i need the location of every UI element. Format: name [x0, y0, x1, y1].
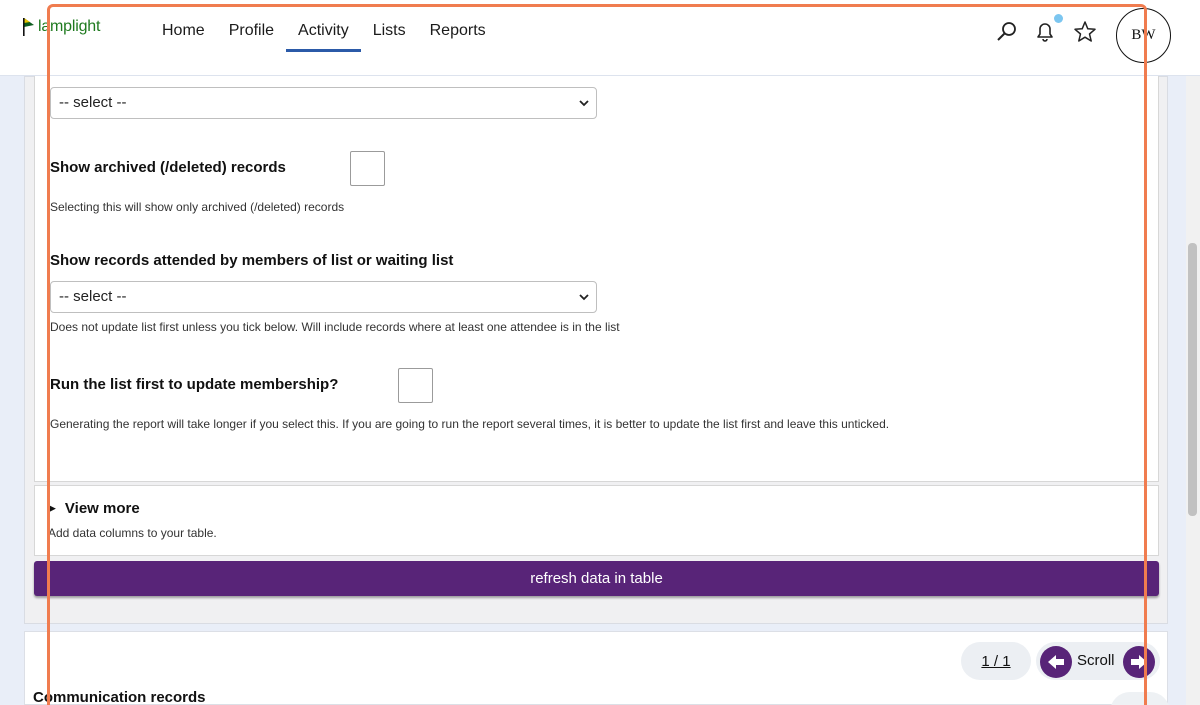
archived-hint: Selecting this will show only archived (… — [50, 200, 345, 214]
archived-label: Show archived (/deleted) records — [50, 159, 286, 176]
scroll-left-button[interactable] — [1040, 646, 1072, 678]
chevron-down-icon — [578, 96, 590, 113]
archived-checkbox[interactable] — [350, 151, 385, 186]
scroll-label: Scroll — [1077, 652, 1115, 669]
nav-profile[interactable]: Profile — [217, 16, 286, 52]
view-more-title: View more — [64, 500, 140, 517]
triangle-right-icon: ▶ — [49, 503, 56, 513]
lamp-icon — [23, 18, 34, 36]
attended-select[interactable]: -- select -- — [50, 281, 597, 313]
attended-select-value: -- select -- — [59, 288, 127, 305]
refresh-data-button[interactable]: refresh data in table — [34, 561, 1159, 596]
nav-activity[interactable]: Activity — [286, 16, 361, 52]
scroll-right-button[interactable] — [1123, 646, 1155, 678]
logo-text: lamplight — [38, 18, 101, 35]
attended-hint: Does not update list first unless you ti… — [50, 320, 620, 334]
page-scrollbar-thumb[interactable] — [1188, 243, 1197, 516]
view-more-panel: ▶ View more Add data columns to your tab… — [34, 485, 1159, 556]
view-more-toggle[interactable]: ▶ View more — [49, 500, 140, 517]
top-filter-select[interactable]: -- select -- — [50, 87, 597, 119]
top-navigation-bar: lamplight Home Profile Activity Lists Re… — [0, 0, 1200, 76]
filter-panel: -- select -- Show archived (/deleted) re… — [34, 76, 1159, 482]
view-more-hint: Add data columns to your table. — [48, 526, 217, 540]
lamplight-logo[interactable]: lamplight — [22, 18, 100, 36]
nav-reports[interactable]: Reports — [418, 16, 498, 52]
arrow-right-icon — [1131, 655, 1147, 669]
search-icon[interactable] — [995, 20, 1019, 44]
arrow-left-icon — [1048, 655, 1064, 669]
nav-home[interactable]: Home — [150, 16, 217, 52]
communication-records-title: Communication records — [33, 689, 206, 705]
notification-dot — [1054, 14, 1063, 23]
run-list-label: Run the list first to update membership? — [50, 376, 339, 393]
star-icon[interactable] — [1073, 20, 1097, 44]
chevron-down-icon — [578, 290, 590, 307]
avatar[interactable]: BW — [1116, 8, 1171, 63]
run-list-hint: Generating the report will take longer i… — [50, 417, 890, 431]
attended-label: Show records attended by members of list… — [50, 252, 454, 269]
main-nav: Home Profile Activity Lists Reports — [150, 16, 498, 52]
page-indicator[interactable]: 1 / 1 — [961, 642, 1031, 680]
page-indicator-text: 1 / 1 — [981, 652, 1011, 670]
run-list-checkbox[interactable] — [398, 368, 433, 403]
nav-lists[interactable]: Lists — [361, 16, 418, 52]
bell-icon[interactable] — [1033, 20, 1057, 44]
top-filter-select-value: -- select -- — [59, 94, 127, 111]
